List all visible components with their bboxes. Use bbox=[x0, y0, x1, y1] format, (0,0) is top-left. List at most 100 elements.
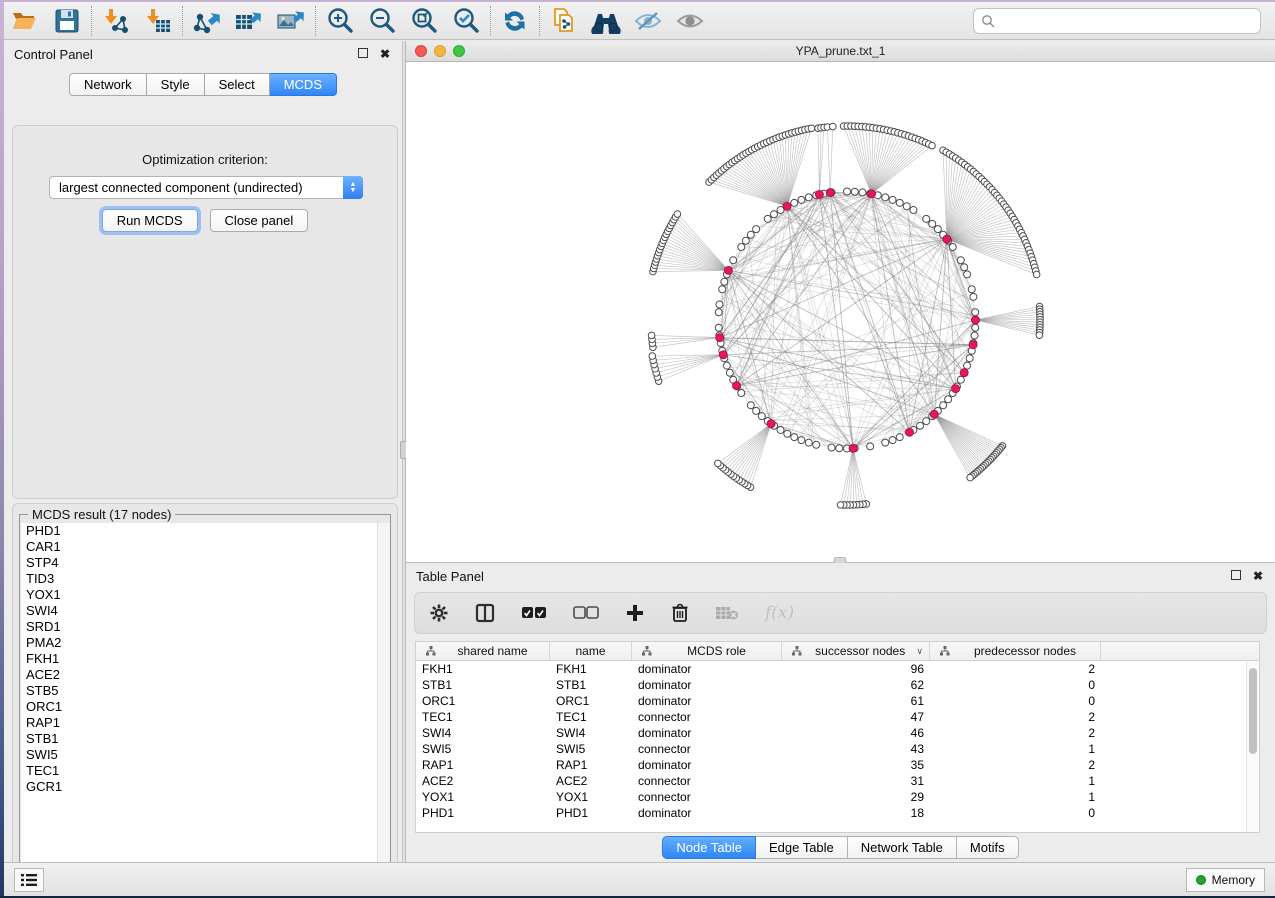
table-row[interactable]: SWI5SWI5connector431 bbox=[416, 741, 1259, 757]
network-titlebar[interactable]: YPA_prune.txt_1 bbox=[406, 41, 1275, 62]
column-header-predecessor-nodes[interactable]: predecessor nodes bbox=[930, 642, 1101, 660]
refresh-button[interactable] bbox=[494, 4, 536, 38]
tab-node-table[interactable]: Node Table bbox=[662, 836, 756, 859]
control-panel-tabs: NetworkStyleSelectMCDS bbox=[4, 73, 402, 96]
mcds-result-item[interactable]: FKH1 bbox=[21, 651, 390, 667]
export-table-button[interactable] bbox=[228, 4, 270, 38]
zoom-in-button[interactable] bbox=[319, 4, 361, 38]
mcds-result-title: MCDS result (17 nodes) bbox=[28, 507, 175, 522]
optimization-criterion-value: largest connected component (undirected) bbox=[50, 180, 343, 195]
tab-mcds[interactable]: MCDS bbox=[270, 73, 337, 96]
search-field[interactable] bbox=[973, 8, 1261, 34]
mcds-result-item[interactable]: PHD1 bbox=[21, 523, 390, 539]
mcds-result-item[interactable]: STB5 bbox=[21, 683, 390, 699]
import-network-button[interactable] bbox=[95, 4, 137, 38]
column-header-shared-name[interactable]: shared name bbox=[416, 642, 550, 660]
table-row[interactable]: RAP1RAP1dominator352 bbox=[416, 757, 1259, 773]
tab-style[interactable]: Style bbox=[147, 73, 205, 96]
float-table-panel-icon[interactable] bbox=[1229, 569, 1243, 583]
column-header-successor-nodes[interactable]: successor nodes∨ bbox=[782, 642, 930, 660]
mcds-result-item[interactable]: STB1 bbox=[21, 731, 390, 747]
close-panel-icon[interactable]: ✖ bbox=[378, 47, 392, 61]
zoom-out-button[interactable] bbox=[361, 4, 403, 38]
table-cell: PHD1 bbox=[416, 806, 550, 820]
import-table-button[interactable] bbox=[137, 4, 179, 38]
tab-network-table[interactable]: Network Table bbox=[848, 836, 957, 859]
tab-network[interactable]: Network bbox=[69, 73, 147, 96]
mcds-result-item[interactable]: STP4 bbox=[21, 555, 390, 571]
tab-motifs[interactable]: Motifs bbox=[957, 836, 1019, 859]
table-row[interactable]: ORC1ORC1dominator610 bbox=[416, 693, 1259, 709]
table-cell: FKH1 bbox=[550, 662, 632, 676]
mcds-list-scrollbar[interactable] bbox=[377, 523, 390, 881]
mcds-result-item[interactable]: PMA2 bbox=[21, 635, 390, 651]
column-header-MCDS-role[interactable]: MCDS role bbox=[632, 642, 782, 660]
sort-chevron-icon[interactable]: ∨ bbox=[916, 646, 923, 657]
table-cell: SWI5 bbox=[550, 742, 632, 756]
export-image-button[interactable] bbox=[270, 4, 312, 38]
mcds-result-item[interactable]: SRD1 bbox=[21, 619, 390, 635]
mcds-result-item[interactable]: RAP1 bbox=[21, 715, 390, 731]
table-row[interactable]: TEC1TEC1connector472 bbox=[416, 709, 1259, 725]
first-neighbors-button[interactable] bbox=[585, 4, 627, 38]
close-table-panel-icon[interactable]: ✖ bbox=[1251, 569, 1265, 583]
float-panel-icon[interactable] bbox=[356, 47, 370, 61]
mcds-result-item[interactable]: TID3 bbox=[21, 571, 390, 587]
table-row[interactable]: YOX1YOX1connector291 bbox=[416, 789, 1259, 805]
run-mcds-button[interactable]: Run MCDS bbox=[102, 209, 198, 232]
table-row[interactable]: PHD1PHD1dominator180 bbox=[416, 805, 1259, 821]
column-header-name[interactable]: name bbox=[550, 642, 632, 660]
hide-eye-icon bbox=[632, 8, 664, 34]
table-cell: 0 bbox=[930, 678, 1101, 692]
table-row[interactable]: FKH1FKH1dominator962 bbox=[416, 661, 1259, 677]
mcds-result-item[interactable]: SWI5 bbox=[21, 747, 390, 763]
select-all-button[interactable] bbox=[521, 606, 547, 620]
export-image-icon bbox=[276, 7, 306, 35]
network-title: YPA_prune.txt_1 bbox=[406, 44, 1275, 58]
task-history-button[interactable] bbox=[14, 868, 44, 892]
mcds-result-item[interactable]: TEC1 bbox=[21, 763, 390, 779]
table-row[interactable]: STB1STB1dominator620 bbox=[416, 677, 1259, 693]
table-row[interactable]: ACE2ACE2connector311 bbox=[416, 773, 1259, 789]
table-cell: 1 bbox=[930, 790, 1101, 804]
open-file-button[interactable] bbox=[4, 4, 46, 38]
table-row[interactable]: SWI4SWI4dominator462 bbox=[416, 725, 1259, 741]
import-network-icon bbox=[101, 7, 131, 35]
list-icon bbox=[20, 873, 38, 887]
table-cell: dominator bbox=[632, 678, 782, 692]
delete-column-button[interactable] bbox=[671, 603, 689, 623]
copy-network-button[interactable] bbox=[543, 4, 585, 38]
control-panel: Control Panel ✖ NetworkStyleSelectMCDS O… bbox=[4, 41, 402, 862]
network-window: YPA_prune.txt_1 bbox=[406, 41, 1275, 563]
mcds-result-item[interactable]: GCR1 bbox=[21, 779, 390, 795]
mcds-result-item[interactable]: YOX1 bbox=[21, 587, 390, 603]
close-panel-button[interactable]: Close panel bbox=[210, 209, 309, 232]
toolbar-separator bbox=[490, 6, 491, 36]
show-columns-button[interactable] bbox=[475, 603, 495, 623]
deselect-all-button[interactable] bbox=[573, 606, 599, 620]
mcds-result-item[interactable]: CAR1 bbox=[21, 539, 390, 555]
zoom-fit-button[interactable] bbox=[403, 4, 445, 38]
save-session-button[interactable] bbox=[46, 4, 88, 38]
export-network-button[interactable] bbox=[186, 4, 228, 38]
search-input[interactable] bbox=[1000, 14, 1253, 28]
column-header-label: name bbox=[554, 644, 627, 658]
mcds-result-list[interactable]: PHD1CAR1STP4TID3YOX1SWI4SRD1PMA2FKH1ACE2… bbox=[21, 523, 390, 881]
mcds-result-item[interactable]: ACE2 bbox=[21, 667, 390, 683]
hide-selected-button[interactable] bbox=[627, 4, 669, 38]
memory-button[interactable]: Memory bbox=[1186, 868, 1265, 892]
zoom-selected-button[interactable] bbox=[445, 4, 487, 38]
network-graph[interactable] bbox=[406, 62, 1275, 562]
table-scrollbar[interactable] bbox=[1246, 662, 1258, 832]
table-cell: dominator bbox=[632, 662, 782, 676]
tab-select[interactable]: Select bbox=[205, 73, 270, 96]
optimization-criterion-select[interactable]: largest connected component (undirected)… bbox=[49, 176, 363, 199]
table-settings-button[interactable] bbox=[429, 603, 449, 623]
tab-edge-table[interactable]: Edge Table bbox=[756, 836, 848, 859]
add-column-button[interactable] bbox=[625, 603, 645, 623]
show-all-button[interactable] bbox=[669, 4, 711, 38]
table-scrollbar-thumb[interactable] bbox=[1249, 668, 1257, 754]
mcds-result-item[interactable]: SWI4 bbox=[21, 603, 390, 619]
mcds-result-item[interactable]: ORC1 bbox=[21, 699, 390, 715]
table-cell: dominator bbox=[632, 726, 782, 740]
